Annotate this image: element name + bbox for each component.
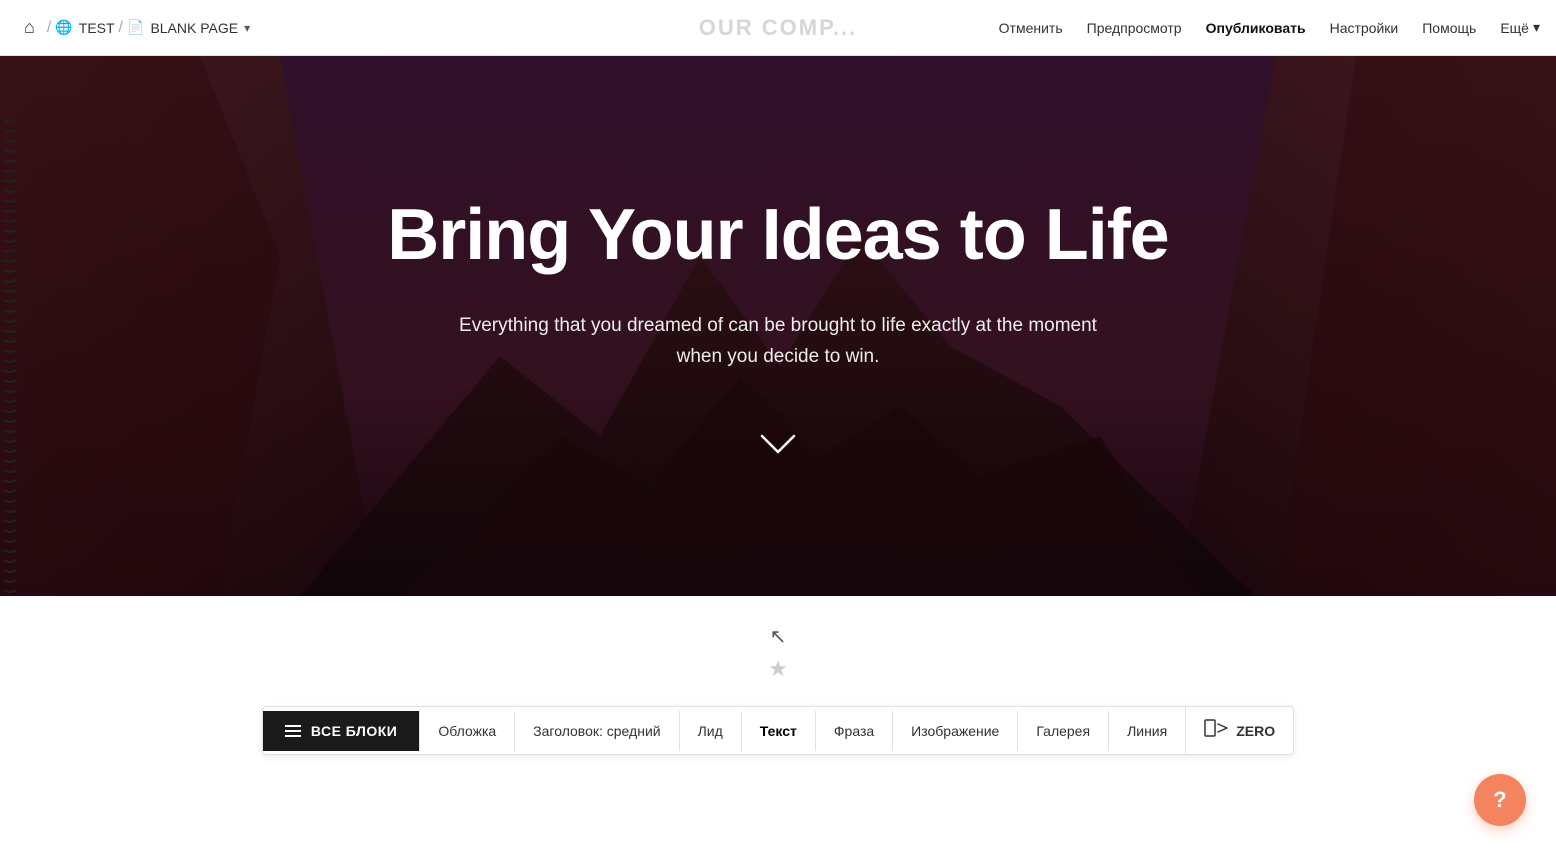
help-float-button[interactable]: ?	[1474, 774, 1526, 826]
hero-chevron-down[interactable]	[758, 432, 798, 456]
cursor-icon: ↖	[770, 624, 787, 649]
hero-content: Bring Your Ideas to Life Everything that…	[347, 196, 1208, 456]
site-name: TEST	[79, 20, 115, 36]
hero-title: Bring Your Ideas to Life	[387, 196, 1168, 275]
all-blocks-label: ВСЕ БЛОКИ	[311, 723, 397, 739]
page-name: BLANK PAGE	[150, 20, 238, 36]
more-arrow-icon: ▾	[1533, 19, 1540, 36]
settings-button[interactable]: Настройки	[1330, 20, 1399, 36]
zero-label: ZERO	[1236, 723, 1275, 739]
home-icon[interactable]: ⌂	[16, 17, 43, 38]
cursor-area: ↖	[770, 616, 787, 656]
page-breadcrumb[interactable]: 📄 BLANK PAGE ▾	[127, 19, 250, 36]
more-menu[interactable]: Ещё ▾	[1500, 19, 1540, 36]
tab-gallery[interactable]: Галерея	[1017, 711, 1108, 751]
breadcrumb-sep-1: /	[43, 19, 55, 37]
topbar: ⌂ / 🌐 TEST / 📄 BLANK PAGE ▾ OUR COMP... …	[0, 0, 1556, 56]
breadcrumb-sep-2: /	[115, 19, 127, 37]
tab-line[interactable]: Линия	[1108, 711, 1185, 751]
left-wave-pattern	[0, 112, 20, 596]
page-dropdown-arrow: ▾	[244, 21, 250, 35]
help-button-top[interactable]: Помощь	[1422, 20, 1476, 36]
more-label: Ещё	[1500, 20, 1529, 36]
tab-lead[interactable]: Лид	[679, 711, 741, 751]
cancel-button[interactable]: Отменить	[999, 20, 1063, 36]
tab-heading-medium[interactable]: Заголовок: средний	[514, 711, 678, 751]
preview-button[interactable]: Предпросмотр	[1087, 20, 1182, 36]
zero-block-button[interactable]: ZERO	[1185, 707, 1293, 754]
hero-section: Bring Your Ideas to Life Everything that…	[0, 56, 1556, 596]
publish-button[interactable]: Опубликовать	[1206, 20, 1306, 36]
page-icon: 📄	[127, 19, 144, 36]
topbar-left: ⌂ / 🌐 TEST / 📄 BLANK PAGE ▾	[16, 17, 999, 38]
topbar-right: Отменить Предпросмотр Опубликовать Настр…	[999, 19, 1540, 36]
globe-icon: 🌐	[55, 19, 72, 36]
help-float-label: ?	[1493, 787, 1506, 813]
tab-cover[interactable]: Обложка	[419, 711, 514, 751]
blocks-toolbar: ВСЕ БЛОКИ Обложка Заголовок: средний Лид…	[262, 706, 1294, 755]
all-blocks-button[interactable]: ВСЕ БЛОКИ	[263, 711, 419, 751]
zero-icon	[1204, 719, 1228, 742]
star-icon: ★	[768, 656, 788, 682]
tab-image[interactable]: Изображение	[892, 711, 1017, 751]
site-breadcrumb[interactable]: 🌐 TEST	[55, 19, 114, 36]
grid-icon	[285, 725, 301, 737]
tab-phrase[interactable]: Фраза	[815, 711, 892, 751]
hero-subtitle: Everything that you dreamed of can be br…	[438, 311, 1118, 372]
tab-text[interactable]: Текст	[741, 711, 815, 751]
bottom-section: ↖ ★ ВСЕ БЛОКИ Обложка Заголовок: средний…	[0, 596, 1556, 856]
